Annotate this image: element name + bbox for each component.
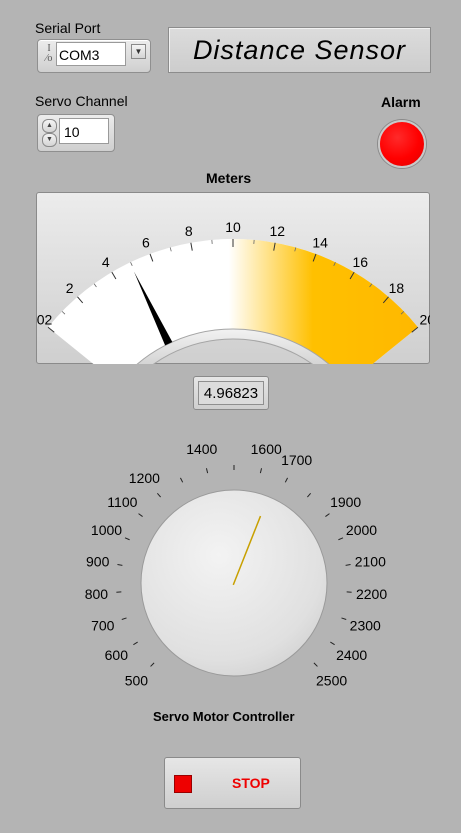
knob-scale-label: 2100 xyxy=(355,553,386,569)
knob-scale-label: 500 xyxy=(125,673,149,689)
meter-alarm-zone xyxy=(207,238,418,364)
knob-scale-label: 2200 xyxy=(356,586,387,602)
knob-tick xyxy=(330,641,335,646)
meter-scale-label: 2 xyxy=(66,280,74,296)
knob-scale-label: 700 xyxy=(91,618,115,634)
knob-scale-label: 600 xyxy=(105,647,129,663)
knob-tick xyxy=(341,617,347,620)
servo-channel-label: Servo Channel xyxy=(35,93,128,109)
meter-scale-label: 10 xyxy=(225,219,241,235)
knob-scale-label: 800 xyxy=(85,586,109,602)
meter-scale-label: 16 xyxy=(352,254,368,270)
meter-scale-label: 20 xyxy=(419,312,430,328)
page-title: Distance Sensor xyxy=(168,27,431,73)
knob-tick xyxy=(138,513,143,517)
meter-scale-label: 14 xyxy=(312,235,328,251)
knob-tick xyxy=(179,477,184,483)
increment-arrow-icon[interactable]: ▲ xyxy=(42,119,57,133)
meters-label: Meters xyxy=(206,170,252,186)
knob-scale-label: 2500 xyxy=(316,673,347,689)
alarm-label: Alarm xyxy=(381,94,421,110)
knob-tick xyxy=(117,564,123,566)
knob-scale-label: 2300 xyxy=(350,618,381,634)
meter-scale-label: 0.02 xyxy=(36,312,53,328)
meter-scale-label: 6 xyxy=(142,235,150,251)
meter-scale-label: 4 xyxy=(102,254,110,270)
servo-knob-label: Servo Motor Controller xyxy=(153,709,295,724)
knob-scale-label: 1600 xyxy=(251,441,282,457)
knob-tick xyxy=(156,492,161,498)
meter-scale-label: 18 xyxy=(389,280,405,296)
serial-port-label: Serial Port xyxy=(35,20,101,36)
meter-scale-label: 8 xyxy=(185,223,193,239)
knob-tick xyxy=(313,662,318,667)
knob-tick xyxy=(307,492,312,498)
knob-scale-label: 1000 xyxy=(91,522,122,538)
knob-tick xyxy=(284,477,289,483)
knob-scale-label: 1900 xyxy=(330,494,361,510)
serial-port-field[interactable]: COM3 xyxy=(56,42,126,66)
knob-tick xyxy=(345,564,351,566)
knob-tick xyxy=(338,537,344,541)
knob-scale-label: 2400 xyxy=(336,647,367,663)
meters-gauge: 0.02 2 4 6 8 10 12 14 16 18 20 xyxy=(36,219,430,364)
knob-tick xyxy=(325,513,330,517)
knob-tick xyxy=(124,537,130,541)
knob-tick xyxy=(259,468,263,474)
servo-knob[interactable]: 500 600 700 800 900 1000 1100 1200 1400 16001700 1… xyxy=(0,430,461,720)
servo-channel-field[interactable]: 10 xyxy=(59,118,109,144)
knob-tick xyxy=(121,617,127,620)
knob-scale-label: 1700 xyxy=(281,452,312,468)
knob-scale-label: 1200 xyxy=(129,470,160,486)
stop-button-label: STOP xyxy=(232,775,270,791)
alarm-led xyxy=(378,120,426,168)
knob-tick xyxy=(150,662,155,667)
knob-scale-label: 1100 xyxy=(107,494,137,510)
knob-tick xyxy=(133,641,138,646)
knob-scale-label: 2000 xyxy=(346,522,377,538)
decrement-arrow-icon[interactable]: ▼ xyxy=(42,133,57,147)
chevron-down-icon[interactable]: ▼ xyxy=(131,44,146,59)
meter-scale-label: 12 xyxy=(269,223,285,239)
knob-tick xyxy=(205,468,209,474)
meters-readout: 4.96823 xyxy=(198,381,264,405)
io-resource-icon: I ⁄o xyxy=(45,43,53,64)
stop-square-icon xyxy=(174,775,192,793)
knob-scale-label: 1400 xyxy=(186,441,217,457)
knob-scale-label: 900 xyxy=(86,553,110,569)
